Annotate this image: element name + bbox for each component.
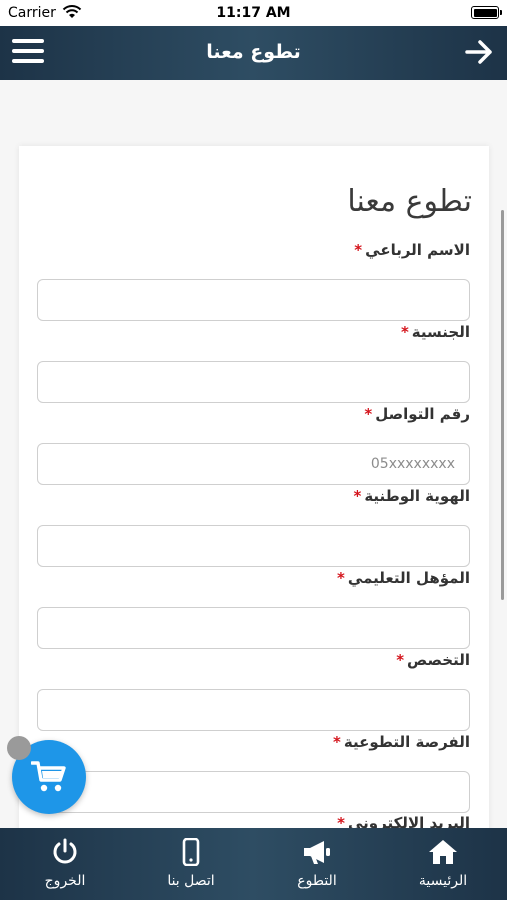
tab-contact-label: اتصل بنا (167, 873, 215, 889)
tab-contact[interactable]: اتصل بنا (128, 828, 254, 900)
app-header: تطوع معنا (0, 26, 507, 80)
email-field: البريد الالكتروني* (37, 814, 470, 828)
phone-label: رقم التواصل* (364, 405, 470, 423)
phone-field: رقم التواصل* (37, 405, 470, 485)
scrollbar[interactable] (501, 210, 504, 600)
status-bar: Carrier 11:17 AM (0, 0, 507, 26)
full-name-field: الاسم الرباعي* (37, 241, 470, 321)
tab-home[interactable]: الرئيسية (380, 828, 506, 900)
specialization-label: التخصص* (396, 651, 470, 669)
opportunity-label: الفرصة التطوعية* (333, 733, 470, 751)
main-content[interactable]: تطوع معنا الاسم الرباعي* الجنسية* رقم ال… (0, 80, 507, 828)
opportunity-field: الفرصة التطوعية* (37, 733, 470, 813)
full-name-input[interactable] (37, 279, 470, 321)
national-id-input[interactable] (37, 525, 470, 567)
cart-icon (30, 760, 67, 798)
full-name-label: الاسم الرباعي* (354, 241, 470, 259)
qualification-field: المؤهل التعليمي* (37, 569, 470, 649)
bottom-tab-bar: الرئيسية التطوع اتصل بنا الخروج (0, 828, 507, 900)
tab-logout[interactable]: الخروج (2, 828, 128, 900)
tab-volunteer-label: التطوع (297, 873, 337, 889)
required-marker: * (354, 241, 363, 259)
phone-input[interactable] (37, 443, 470, 485)
nationality-field: الجنسية* (37, 323, 470, 403)
phone-icon (176, 837, 206, 867)
required-marker: * (333, 733, 341, 751)
specialization-input[interactable] (37, 689, 470, 731)
opportunity-input[interactable] (37, 771, 470, 813)
clock: 11:17 AM (216, 5, 291, 21)
required-marker: * (396, 651, 405, 669)
tab-logout-label: الخروج (44, 873, 86, 889)
power-icon (50, 838, 80, 866)
required-marker: * (400, 323, 409, 341)
tab-volunteer[interactable]: التطوع (254, 828, 380, 900)
specialization-field: التخصص* (37, 651, 470, 731)
nationality-input[interactable] (37, 361, 470, 403)
required-marker: * (337, 814, 345, 828)
home-icon (428, 838, 458, 866)
header-title: تطوع معنا (206, 41, 301, 63)
qualification-input[interactable] (37, 607, 470, 649)
megaphone-icon (302, 838, 332, 866)
cart-badge (7, 736, 31, 760)
nationality-label: الجنسية* (400, 323, 470, 341)
volunteer-form-card: تطوع معنا الاسم الرباعي* الجنسية* رقم ال… (19, 146, 489, 828)
email-label: البريد الالكتروني* (37, 814, 470, 828)
national-id-label: الهوية الوطنية* (353, 487, 470, 505)
battery-icon (471, 6, 502, 19)
qualification-label: المؤهل التعليمي* (337, 569, 470, 587)
form-title: تطوع معنا (347, 184, 472, 219)
tab-home-label: الرئيسية (418, 873, 468, 889)
arrow-right-icon[interactable] (463, 36, 495, 68)
required-marker: * (364, 405, 373, 423)
national-id-field: الهوية الوطنية* (37, 487, 470, 567)
required-marker: * (337, 569, 345, 587)
required-marker: * (353, 487, 362, 505)
